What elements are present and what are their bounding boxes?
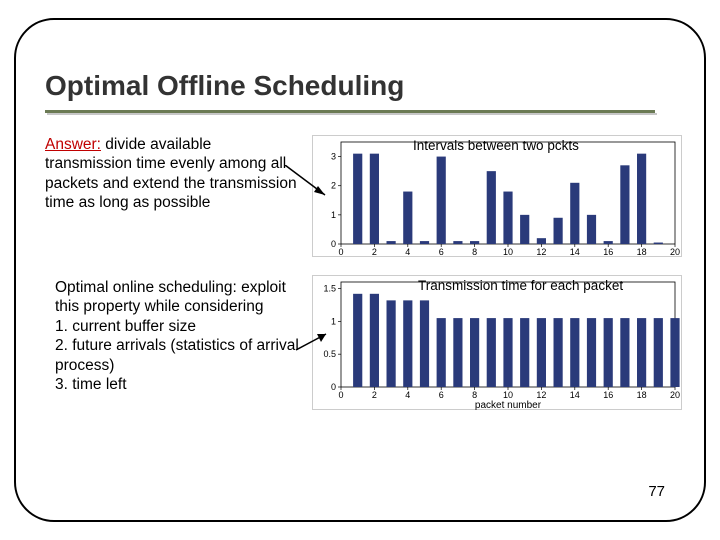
svg-text:18: 18 — [637, 247, 647, 257]
svg-text:12: 12 — [536, 247, 546, 257]
chart-top-caption: Intervals between two pckts — [413, 138, 579, 153]
svg-text:0: 0 — [338, 247, 343, 257]
svg-text:0: 0 — [331, 382, 336, 392]
svg-text:0: 0 — [338, 390, 343, 400]
para2-item3: 3. time left — [55, 375, 305, 394]
svg-text:packet number: packet number — [475, 400, 542, 411]
para2-item1: 1. current buffer size — [55, 317, 305, 336]
para2-lead: Optimal online scheduling: exploit this … — [55, 278, 305, 317]
svg-text:20: 20 — [670, 390, 680, 400]
chart-transmission-time: Transmission time for each packet 00.511… — [312, 275, 682, 410]
answer-label: Answer: — [45, 136, 101, 153]
chart-intervals: Intervals between two pckts 0 12 3 0 2 4 6 8 10 1… — [312, 135, 682, 257]
svg-text:2: 2 — [372, 247, 377, 257]
svg-text:2: 2 — [372, 390, 377, 400]
svg-text:16: 16 — [603, 390, 613, 400]
svg-text:6: 6 — [439, 247, 444, 257]
svg-text:10: 10 — [503, 390, 513, 400]
slide-title: Optimal Offline Scheduling — [45, 70, 404, 102]
svg-text:14: 14 — [570, 390, 580, 400]
svg-text:8: 8 — [472, 247, 477, 257]
para2-item2: 2. future arrivals (statistics of arriva… — [55, 336, 305, 375]
arrow-top — [285, 165, 340, 205]
chart-bottom-caption: Transmission time for each packet — [418, 278, 623, 293]
svg-text:8: 8 — [472, 390, 477, 400]
svg-text:12: 12 — [536, 390, 546, 400]
svg-text:0: 0 — [331, 239, 336, 249]
svg-text:3: 3 — [331, 152, 336, 162]
answer-paragraph: Answer: divide available transmission ti… — [45, 135, 300, 213]
svg-text:4: 4 — [405, 247, 410, 257]
svg-text:1.5: 1.5 — [323, 284, 336, 294]
page-number: 77 — [648, 483, 665, 500]
svg-text:6: 6 — [439, 390, 444, 400]
svg-text:16: 16 — [603, 247, 613, 257]
svg-text:1: 1 — [331, 210, 336, 220]
svg-text:4: 4 — [405, 390, 410, 400]
svg-text:14: 14 — [570, 247, 580, 257]
svg-text:18: 18 — [637, 390, 647, 400]
svg-text:20: 20 — [670, 247, 680, 257]
svg-text:10: 10 — [503, 247, 513, 257]
title-underline-shadow — [47, 113, 657, 115]
online-scheduling-paragraph: Optimal online scheduling: exploit this … — [55, 278, 305, 394]
svg-text:1: 1 — [331, 316, 336, 326]
arrow-bottom — [296, 332, 336, 352]
